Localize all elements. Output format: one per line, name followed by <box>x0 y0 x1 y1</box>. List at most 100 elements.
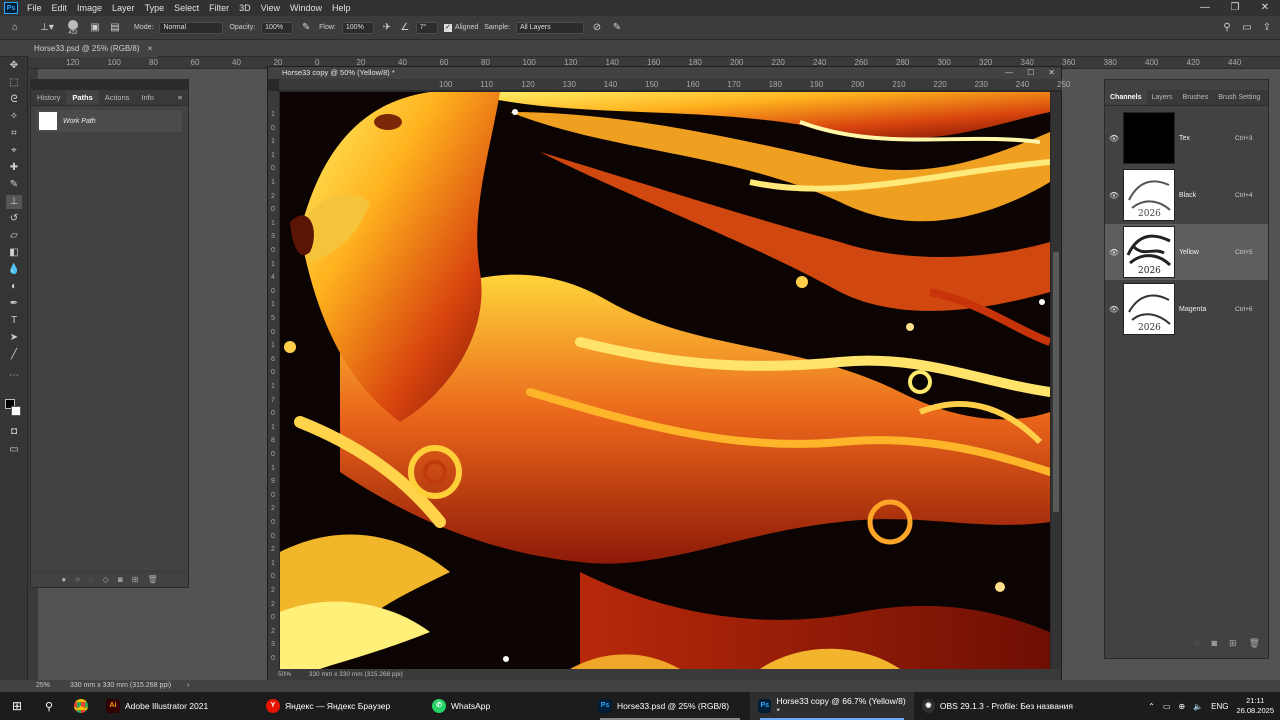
vertical-scrollbar[interactable] <box>1051 92 1061 669</box>
opacity-field[interactable]: 100% <box>261 21 294 34</box>
tray-overflow-icon[interactable]: ⌃ <box>1148 702 1155 711</box>
restore-button[interactable]: ❐ <box>1220 0 1250 16</box>
healing-tool-icon[interactable]: ✚ <box>6 161 22 175</box>
minimize-button[interactable]: — <box>1190 0 1220 16</box>
add-mask-icon[interactable]: ◙ <box>118 575 123 584</box>
visibility-eye-icon[interactable]: 👁 <box>1105 134 1123 143</box>
doc-close-button[interactable]: ✕ <box>1048 67 1055 79</box>
start-button[interactable]: ⊞ <box>0 692 34 720</box>
marquee-tool-icon[interactable]: ⬚ <box>6 76 22 90</box>
menu-filter[interactable]: Filter <box>204 3 234 13</box>
taskbar-obs[interactable]: ◉ OBS 29.1.3 - Profile: Без названия - .… <box>914 692 1084 720</box>
gradient-tool-icon[interactable]: ◧ <box>6 246 22 260</box>
mode-select[interactable]: Normal <box>159 21 224 34</box>
tab-actions[interactable]: Actions <box>99 90 136 105</box>
load-selection-icon[interactable]: ◌ <box>89 575 94 584</box>
taskbar-whatsapp[interactable]: ✆ WhatsApp <box>424 692 590 720</box>
load-channel-selection-icon[interactable]: ◌ <box>1194 638 1199 652</box>
aligned-checkbox[interactable]: ✓ Aligned <box>443 23 478 32</box>
clock[interactable]: 21:11 26.08.2025 <box>1236 696 1274 716</box>
pressure-opacity-icon[interactable]: ✎ <box>299 22 313 34</box>
clone-stamp-tool-icon[interactable]: ⊥▾ <box>36 22 58 34</box>
more-tools-icon[interactable]: ⋯ <box>6 369 22 383</box>
delete-channel-icon[interactable]: 🗑 <box>1249 638 1260 652</box>
panel-header[interactable] <box>31 80 188 90</box>
ignore-adjustment-layers-icon[interactable]: ⊘ <box>590 22 604 34</box>
channel-row-black[interactable]: 👁 2026 Black Ctrl+4 <box>1105 167 1268 223</box>
tab-history[interactable]: History <box>31 90 66 105</box>
menu-image[interactable]: Image <box>72 3 107 13</box>
angle-field[interactable]: 7° <box>415 21 438 34</box>
tab-channels[interactable]: Channels <box>1105 90 1147 105</box>
path-item[interactable]: Work Path <box>37 110 182 132</box>
canvas-artwork[interactable] <box>280 92 1050 669</box>
fill-path-icon[interactable]: ● <box>61 575 66 584</box>
network-icon[interactable]: ▭ <box>1163 702 1171 711</box>
menu-file[interactable]: File <box>22 3 47 13</box>
visibility-eye-icon[interactable]: 👁 <box>1105 248 1123 257</box>
dodge-tool-icon[interactable]: ◐ <box>6 280 22 294</box>
menu-type[interactable]: Type <box>140 3 170 13</box>
eyedropper-tool-icon[interactable]: ⌖ <box>6 144 22 158</box>
brush-preset-picker[interactable]: 432 <box>64 19 82 36</box>
menu-layer[interactable]: Layer <box>107 3 140 13</box>
pen-tool-icon[interactable]: ✒ <box>6 297 22 311</box>
type-tool-icon[interactable]: T <box>6 314 22 328</box>
clone-source-icon[interactable]: ▤ <box>108 22 122 34</box>
channel-row-tex[interactable]: 👁 Tex Ctrl+3 <box>1105 110 1268 166</box>
brush-settings-icon[interactable]: ▣ <box>88 22 102 34</box>
clone-stamp-tool-icon[interactable]: ⊥ <box>6 195 22 209</box>
tab-paths[interactable]: Paths <box>66 90 99 105</box>
taskbar-search-button[interactable]: ⚲ <box>34 692 64 720</box>
history-brush-tool-icon[interactable]: ↺ <box>6 212 22 226</box>
tab-layers[interactable]: Layers <box>1147 90 1178 105</box>
stroke-path-icon[interactable]: ○ <box>75 575 80 584</box>
blur-tool-icon[interactable]: 💧 <box>6 263 22 277</box>
volume-icon[interactable]: 🔈 <box>1193 702 1203 711</box>
menu-3d[interactable]: 3D <box>234 3 256 13</box>
menu-view[interactable]: View <box>256 3 285 13</box>
taskbar-illustrator[interactable]: Ai Adobe Illustrator 2021 <box>98 692 258 720</box>
taskbar-photoshop-horse33[interactable]: Ps Horse33.psd @ 25% (RGB/8) <box>590 692 750 720</box>
channel-row-yellow[interactable]: 👁 2026 Yellow Ctrl+5 <box>1105 224 1268 280</box>
crop-tool-icon[interactable]: ⌗ <box>6 127 22 141</box>
doc-minimize-button[interactable]: — <box>1005 67 1013 79</box>
panel-menu-icon[interactable]: ≡ <box>172 90 188 105</box>
doc-maximize-button[interactable]: ☐ <box>1027 67 1034 79</box>
line-tool-icon[interactable]: ╱ <box>6 348 22 362</box>
lasso-tool-icon[interactable]: ᘓ <box>6 93 22 107</box>
visibility-eye-icon[interactable]: 👁 <box>1105 305 1123 314</box>
status-zoom[interactable]: 25% <box>36 682 50 689</box>
taskbar-chrome-button[interactable] <box>64 692 98 720</box>
brush-tool-icon[interactable]: ✎ <box>6 178 22 192</box>
home-icon[interactable]: ⌂ <box>8 22 22 34</box>
document-zoom[interactable]: 50% <box>278 671 291 678</box>
quick-mask-icon[interactable]: ◘ <box>6 425 22 439</box>
sample-select[interactable]: All Layers <box>515 21 584 34</box>
close-button[interactable]: ✕ <box>1250 0 1280 16</box>
taskbar-photoshop-copy[interactable]: Ps Horse33 copy @ 66.7% (Yellow/8) * <box>750 692 914 720</box>
flow-field[interactable]: 100% <box>341 21 374 34</box>
new-path-icon[interactable]: ⊞ <box>132 575 139 584</box>
tab-horse33[interactable]: Horse33.psd @ 25% (RGB/8) × <box>28 40 159 57</box>
background-color-swatch[interactable] <box>11 406 21 416</box>
new-channel-icon[interactable]: ⊞ <box>1229 638 1237 652</box>
menu-edit[interactable]: Edit <box>47 3 73 13</box>
scroll-thumb[interactable] <box>1053 252 1059 512</box>
search-icon[interactable]: ⚲ <box>1220 22 1234 34</box>
quick-select-tool-icon[interactable]: ✧ <box>6 110 22 124</box>
airbrush-icon[interactable]: ✈ <box>380 22 394 34</box>
tab-brush-setting[interactable]: Brush Setting <box>1213 90 1265 105</box>
eraser-tool-icon[interactable]: ▱ <box>6 229 22 243</box>
move-tool-icon[interactable]: ✥ <box>6 59 22 73</box>
document-title-bar[interactable]: Horse33 copy @ 50% (Yellow/8) * — ☐ ✕ <box>268 67 1061 79</box>
taskbar-yandex[interactable]: Y Яндекс — Яндекс Браузер <box>258 692 424 720</box>
channel-row-magenta[interactable]: 👁 2026 Magenta Ctrl+6 <box>1105 281 1268 337</box>
screen-mode-icon[interactable]: ▭ <box>6 443 22 457</box>
language-indicator[interactable]: ENG <box>1211 702 1228 711</box>
menu-help[interactable]: Help <box>327 3 356 13</box>
status-arrow-icon[interactable]: › <box>187 682 189 689</box>
menu-window[interactable]: Window <box>285 3 327 13</box>
menu-select[interactable]: Select <box>169 3 204 13</box>
make-work-path-icon[interactable]: ◇ <box>103 575 109 584</box>
